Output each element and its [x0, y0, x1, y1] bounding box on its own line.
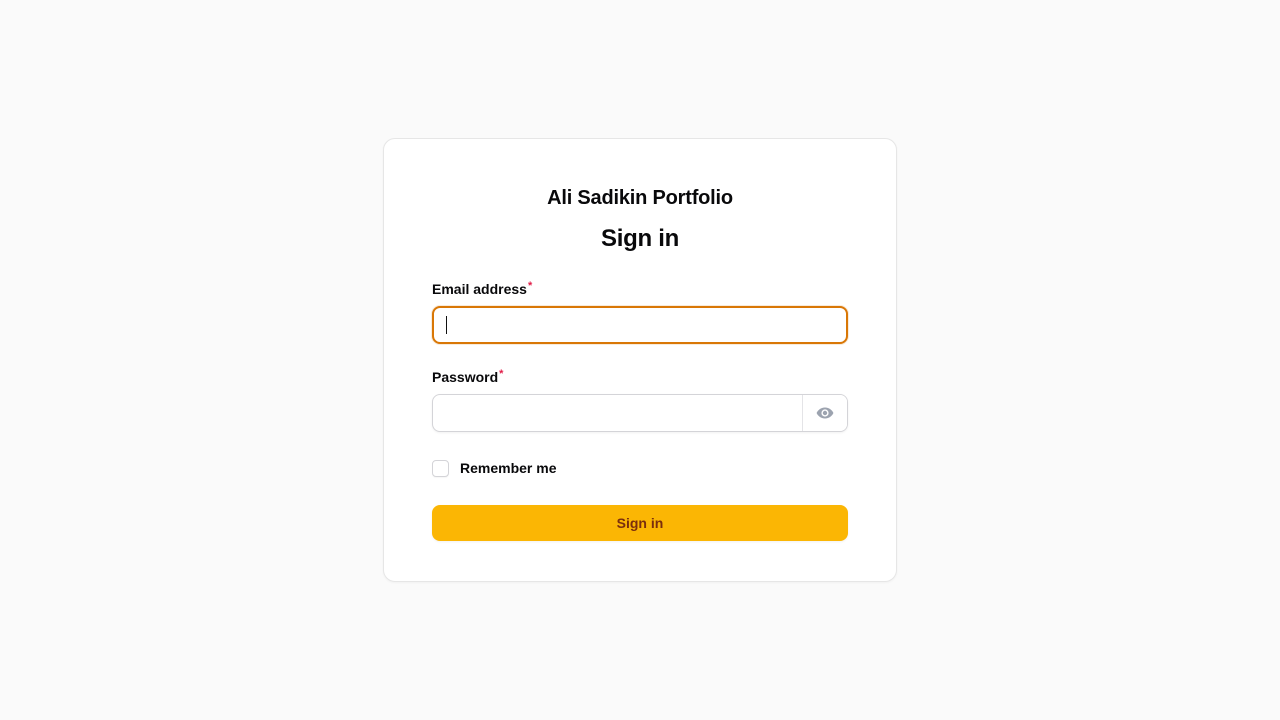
email-input-wrapper[interactable]	[432, 306, 848, 344]
email-field-group: Email address *	[432, 280, 848, 344]
password-field[interactable]	[433, 395, 802, 431]
password-input-wrapper[interactable]	[432, 394, 848, 432]
remember-me-row: Remember me	[432, 458, 848, 478]
brand-name: Ali Sadikin Portfolio	[547, 187, 733, 209]
email-field[interactable]	[447, 308, 846, 342]
email-label: Email address *	[432, 280, 848, 298]
password-field-group: Password *	[432, 368, 848, 432]
email-label-text: Email address	[432, 281, 527, 297]
remember-me-checkbox[interactable]	[432, 459, 449, 477]
password-label: Password *	[432, 368, 848, 386]
eye-icon	[816, 407, 834, 419]
show-password-button[interactable]	[802, 395, 847, 431]
page-title: Sign in	[601, 225, 679, 252]
login-card: Ali Sadikin Portfolio Sign in Email addr…	[383, 138, 897, 582]
password-label-text: Password	[432, 369, 499, 385]
remember-me-label[interactable]: Remember me	[460, 459, 557, 477]
required-marker: *	[499, 368, 504, 380]
required-marker: *	[527, 280, 533, 292]
sign-in-button[interactable]: Sign in	[432, 505, 848, 541]
